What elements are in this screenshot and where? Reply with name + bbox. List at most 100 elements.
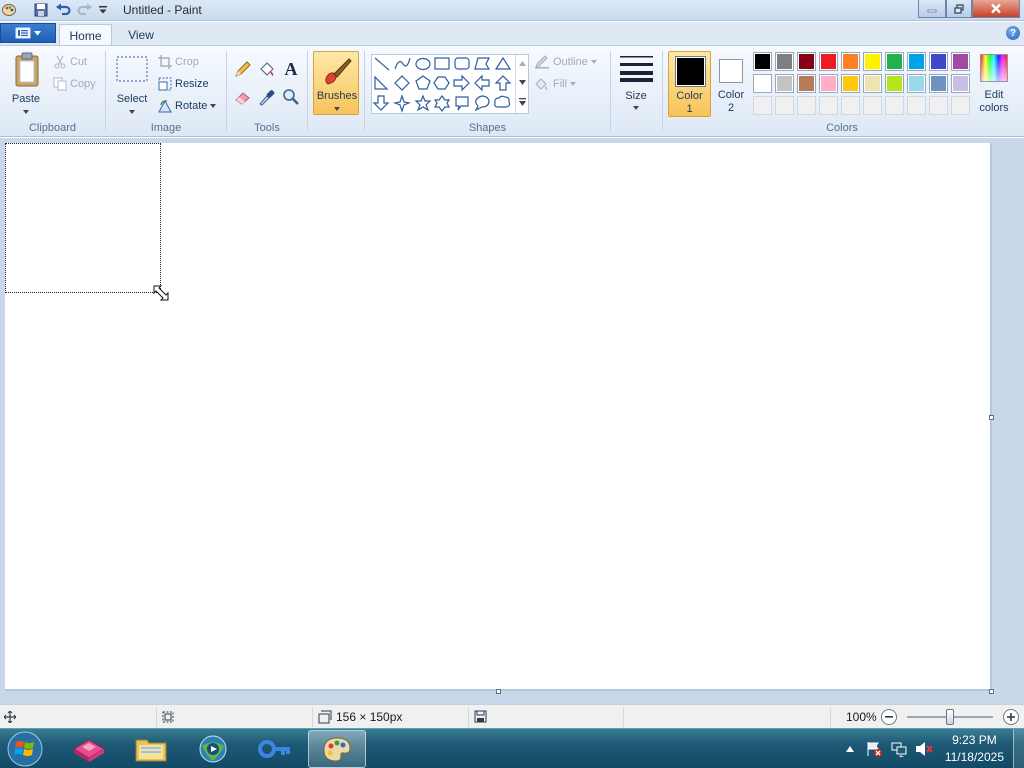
palette-swatch[interactable] [863, 74, 882, 93]
palette-swatch[interactable] [907, 52, 926, 71]
palette-swatch[interactable] [863, 96, 882, 115]
close-button[interactable] [972, 0, 1020, 18]
palette-swatch[interactable] [929, 96, 948, 115]
outline-button[interactable]: Outline [534, 53, 597, 71]
palette-swatch[interactable] [929, 52, 948, 71]
copy-label: Copy [70, 78, 96, 90]
palette-swatch[interactable] [929, 74, 948, 93]
palette-swatch[interactable] [951, 52, 970, 71]
palette-swatch[interactable] [797, 52, 816, 71]
help-button[interactable]: ? [1006, 26, 1020, 40]
palette-swatch[interactable] [885, 96, 904, 115]
restore-icon [954, 3, 964, 14]
canvas-resize-handle-bottom[interactable] [496, 689, 501, 694]
fill-dropdown-icon [570, 82, 577, 86]
palette-swatch[interactable] [775, 74, 794, 93]
fill-tool[interactable] [257, 59, 277, 79]
five-point-star-shape-icon [414, 94, 432, 112]
system-clock[interactable]: 9:23 PM 11/18/2025 [945, 732, 1004, 766]
tab-home[interactable]: Home [59, 24, 112, 46]
paste-button[interactable]: Paste [6, 50, 46, 120]
select-button[interactable]: Select [112, 50, 152, 120]
palette-swatch[interactable] [819, 52, 838, 71]
shapes-gallery-scroll[interactable] [515, 55, 528, 113]
palette-swatch[interactable] [907, 96, 926, 115]
color2-button[interactable]: Color 2 [713, 51, 749, 117]
customize-quick-access-icon[interactable] [98, 5, 108, 15]
cursor-position-icon [4, 711, 16, 723]
palette-swatch[interactable] [951, 74, 970, 93]
palette-swatch[interactable] [863, 52, 882, 71]
canvas-resize-handle-corner[interactable] [989, 689, 994, 694]
palette-swatch[interactable] [907, 74, 926, 93]
palette-swatch[interactable] [885, 74, 904, 93]
edit-colors-button[interactable]: Edit colors [975, 51, 1013, 117]
minimize-button[interactable] [918, 0, 946, 18]
selection-rectangle[interactable] [5, 143, 161, 293]
zoom-in-button[interactable] [1003, 709, 1019, 725]
palette-swatch[interactable] [797, 74, 816, 93]
canvas-workspace[interactable] [0, 138, 1024, 704]
palette-swatch[interactable] [841, 96, 860, 115]
taskbar-media-player[interactable] [184, 730, 242, 768]
action-center-flag-icon[interactable] [866, 741, 882, 757]
folder-icon [135, 739, 167, 762]
minus-icon [885, 716, 893, 718]
scissors-icon [54, 55, 66, 69]
zoom-out-button[interactable] [881, 709, 897, 725]
copy-button[interactable]: Copy [53, 75, 96, 93]
magnifier-tool[interactable] [281, 87, 301, 107]
palette-swatch[interactable] [753, 96, 772, 115]
shapes-gallery[interactable] [371, 54, 529, 114]
network-icon[interactable] [891, 741, 907, 757]
crop-button[interactable]: Crop [158, 53, 199, 71]
eraser-tool[interactable] [233, 87, 253, 107]
text-tool[interactable]: A [281, 59, 301, 79]
maximize-button[interactable] [946, 0, 972, 18]
show-desktop-button[interactable] [1013, 729, 1024, 768]
palette-swatch[interactable] [885, 52, 904, 71]
brush-icon [325, 58, 352, 85]
drawing-canvas[interactable] [5, 143, 992, 691]
palette-swatch[interactable] [951, 96, 970, 115]
taskbar-app-ribbon-tool[interactable] [60, 730, 118, 768]
paint-menu-button[interactable] [0, 23, 56, 43]
taskbar-paint-active[interactable] [308, 730, 366, 768]
undo-icon[interactable] [55, 3, 71, 17]
canvas-resize-handle-right[interactable] [989, 415, 994, 420]
palette-swatch[interactable] [775, 96, 794, 115]
zoom-slider-thumb[interactable] [946, 709, 954, 725]
volume-muted-icon[interactable] [915, 741, 933, 757]
paint-app-icon[interactable] [2, 3, 16, 17]
cut-button[interactable]: Cut [53, 53, 87, 71]
taskbar-file-explorer[interactable] [122, 730, 180, 768]
color1-button[interactable]: Color 1 [668, 51, 711, 117]
save-icon[interactable] [34, 3, 48, 17]
palette-swatch[interactable] [819, 96, 838, 115]
redo-icon[interactable] [77, 3, 93, 17]
palette-swatch[interactable] [841, 74, 860, 93]
palette-swatch[interactable] [841, 52, 860, 71]
palette-swatch[interactable] [819, 74, 838, 93]
eraser-icon [235, 92, 250, 105]
pencil-tool[interactable] [233, 59, 253, 79]
size-button[interactable]: Size [616, 50, 656, 118]
color-picker-tool[interactable] [257, 87, 277, 107]
six-point-star-shape-icon [433, 95, 451, 112]
windows-start-icon [7, 731, 43, 767]
rotate-button[interactable]: Rotate [158, 97, 217, 115]
show-hidden-icons-icon[interactable] [846, 746, 854, 752]
palette-swatch[interactable] [753, 52, 772, 71]
palette-swatch[interactable] [753, 74, 772, 93]
paint-bucket-icon [260, 62, 274, 76]
rotate-label: Rotate [175, 100, 208, 112]
fill-button[interactable]: Fill [534, 75, 577, 93]
start-button[interactable] [4, 730, 46, 768]
zoom-level-text: 100% [846, 710, 877, 724]
palette-swatch[interactable] [775, 52, 794, 71]
brushes-button[interactable]: Brushes [313, 51, 359, 115]
resize-button[interactable]: Resize [158, 75, 209, 93]
tab-view[interactable]: View [116, 24, 166, 46]
palette-swatch[interactable] [797, 96, 816, 115]
taskbar-key-app[interactable] [246, 730, 304, 768]
